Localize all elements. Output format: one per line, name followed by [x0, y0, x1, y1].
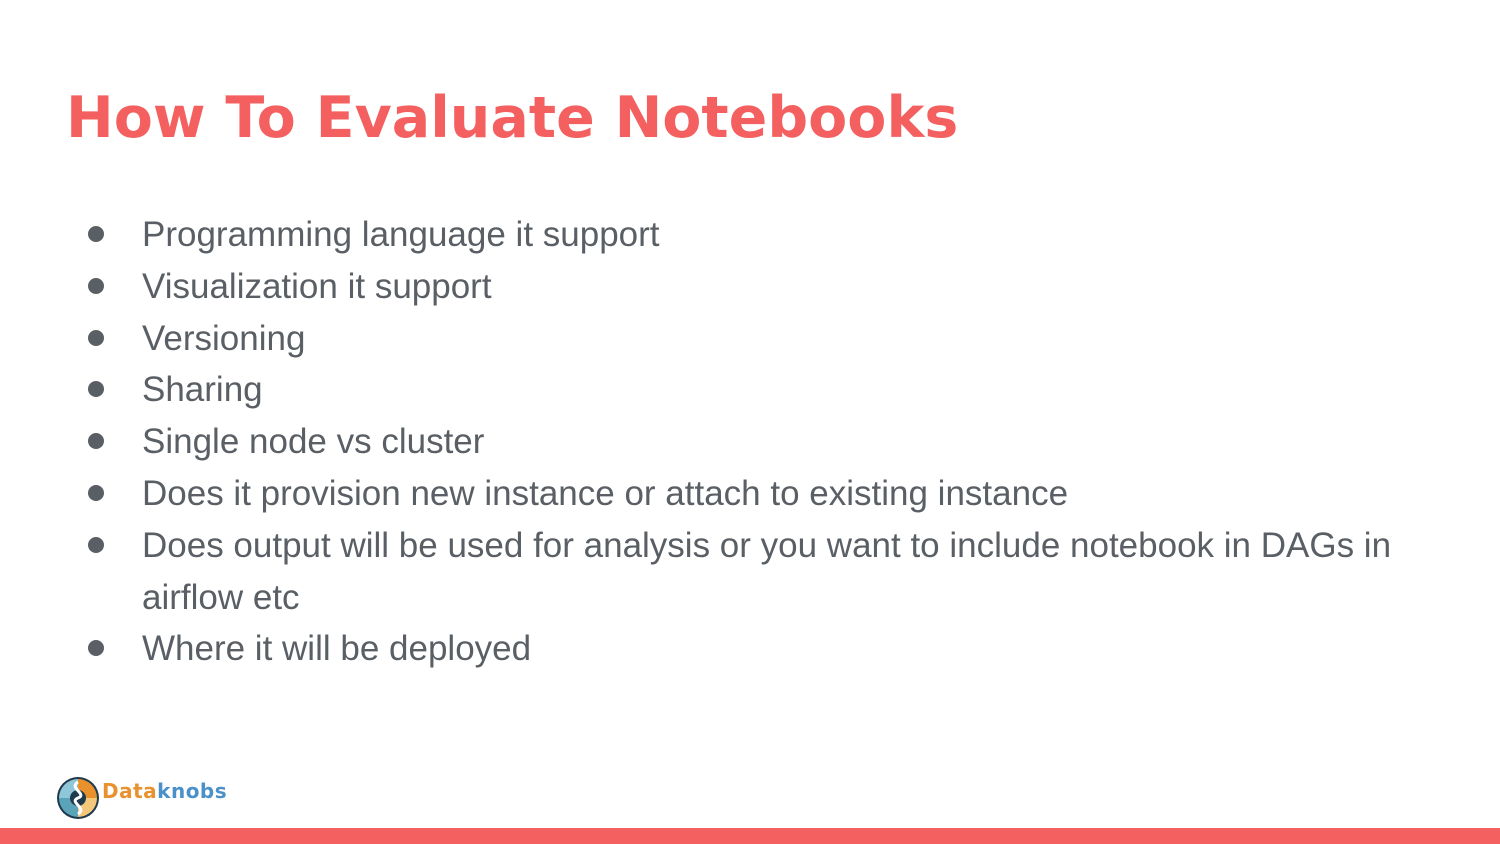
bullet-text: Does it provision new instance or attach…	[142, 473, 1069, 513]
dataknobs-logo: Dataknobs	[56, 776, 227, 820]
bullet-item: Does it provision new instance or attach…	[78, 468, 1458, 520]
logo-wordmark: Dataknobs	[102, 779, 228, 803]
bullet-text: Programming language it support	[142, 215, 660, 254]
bullet-text: Versioning	[142, 318, 306, 358]
bullet-text: Where it will be deployed	[142, 629, 532, 669]
bullet-list: Programming language it support Visualiz…	[78, 209, 1458, 675]
bullet-dot-icon	[88, 484, 104, 501]
slide-title: How To Evaluate Notebooks	[66, 85, 959, 151]
bullet-text: Single node vs cluster	[142, 422, 485, 462]
bullet-dot-icon	[88, 536, 104, 553]
bullet-item: Versioning	[78, 313, 1458, 365]
bullet-dot-icon	[88, 277, 104, 294]
bullet-item: Single node vs cluster	[78, 416, 1458, 468]
slide: How To Evaluate Notebooks Programming la…	[0, 0, 1500, 844]
bullet-item: Does output will be used for analysis or…	[78, 520, 1458, 624]
dataknobs-logo-icon	[57, 777, 99, 819]
bullet-item: Programming language it support	[78, 209, 1458, 261]
bullet-item: Visualization it support	[78, 261, 1458, 313]
bullet-dot-icon	[88, 226, 104, 242]
bullet-item: Sharing	[78, 364, 1458, 416]
bullet-item: Where it will be deployed	[78, 623, 1458, 675]
bullet-dot-icon	[88, 640, 104, 657]
bullet-dot-icon	[88, 433, 104, 450]
bullet-text: Sharing	[142, 370, 263, 410]
bullet-text: Does output will be used for analysis or…	[142, 525, 1392, 617]
bullet-text: Visualization it support	[142, 266, 492, 306]
bullet-dot-icon	[88, 381, 104, 398]
footer-accent-bar	[0, 828, 1500, 844]
bullet-dot-icon	[88, 329, 104, 346]
